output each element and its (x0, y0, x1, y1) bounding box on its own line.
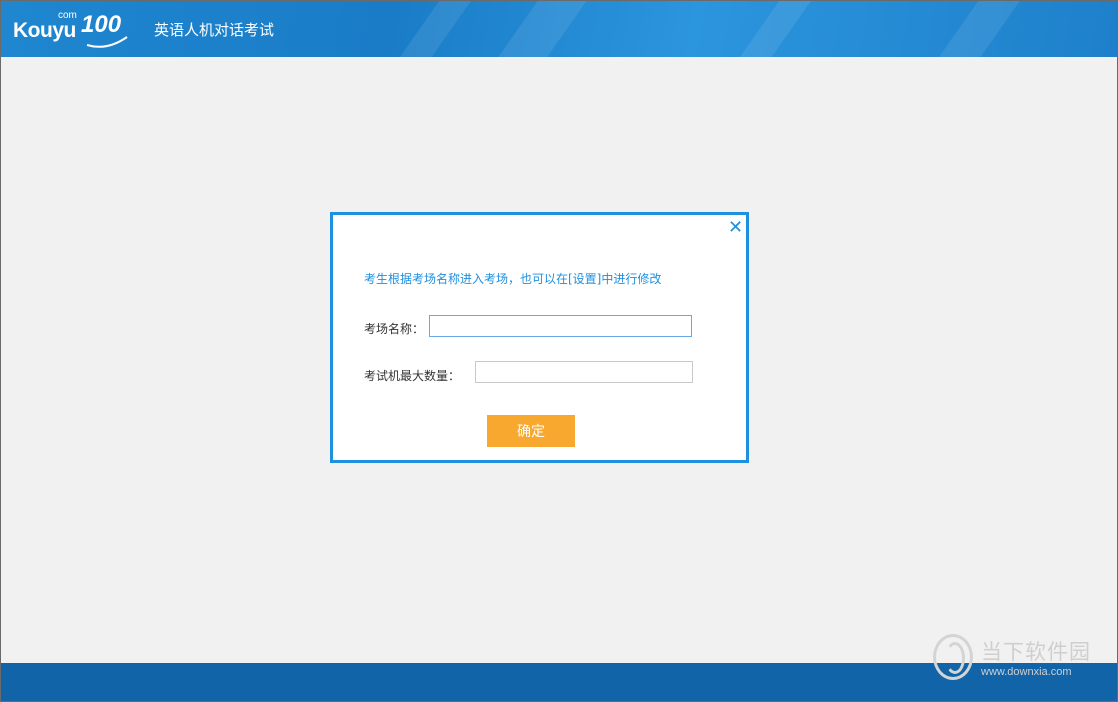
confirm-button[interactable]: 确定 (487, 415, 575, 447)
logo-com-text: com (58, 10, 77, 21)
kouyu100-logo: Kouyu com 100 (13, 9, 129, 49)
downxia-watermark: 当下软件园 www.downxia.com (931, 633, 1103, 685)
exam-room-dialog: ✕ 考生根据考场名称进入考场，也可以在[设置]中进行修改 考场名称： 考试机最大… (330, 212, 749, 463)
close-icon[interactable]: ✕ (728, 219, 743, 237)
room-name-input[interactable] (429, 315, 692, 337)
room-name-label: 考场名称： (364, 322, 425, 336)
logo-swoosh-icon (86, 36, 128, 48)
watermark-name: 当下软件园 (981, 640, 1091, 664)
logo-text: Kouyu (13, 19, 76, 42)
dialog-hint: 考生根据考场名称进入考场，也可以在[设置]中进行修改 (364, 272, 662, 286)
watermark-url: www.downxia.com (981, 666, 1072, 678)
app-title: 英语人机对话考试 (154, 21, 275, 39)
max-machines-label: 考试机最大数量： (364, 369, 461, 383)
max-machines-input[interactable] (475, 361, 693, 383)
downxia-logo-icon (933, 634, 973, 680)
app-header: Kouyu com 100 英语人机对话考试 (1, 1, 1117, 57)
app-window: Kouyu com 100 英语人机对话考试 ✕ 考生根据考场名称进入考场，也可… (0, 0, 1118, 702)
